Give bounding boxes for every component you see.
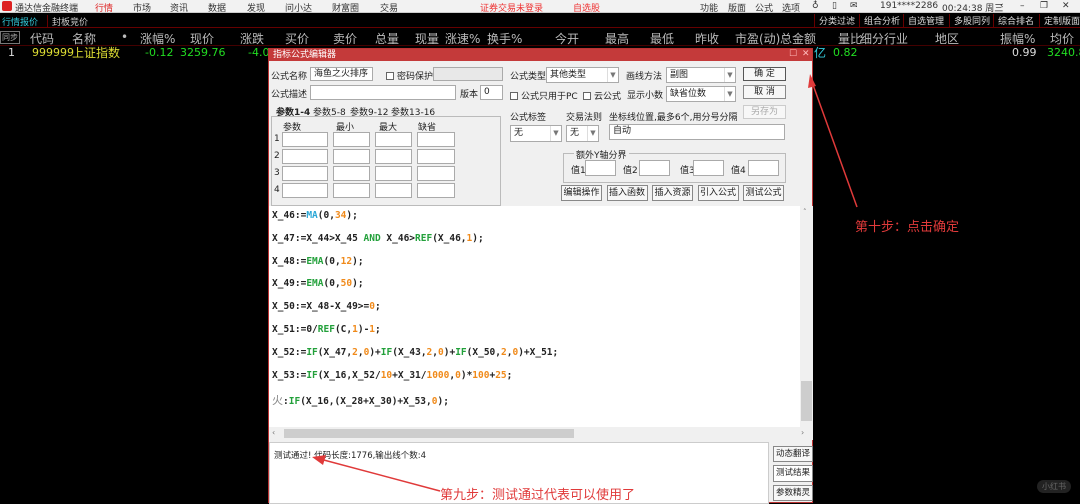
annotation-step9: 第九步：测试通过代表可以使用了 [440,488,636,503]
arrow-step10 [811,81,858,208]
annotation-arrows [312,74,858,492]
arrowhead-step9 [312,455,326,465]
watermark-logo: 小红书 [1037,480,1071,493]
arrowhead-step10 [808,74,816,88]
annotation-step10: 第十步：点击确定 [855,220,960,235]
arrow-step9 [319,458,441,492]
